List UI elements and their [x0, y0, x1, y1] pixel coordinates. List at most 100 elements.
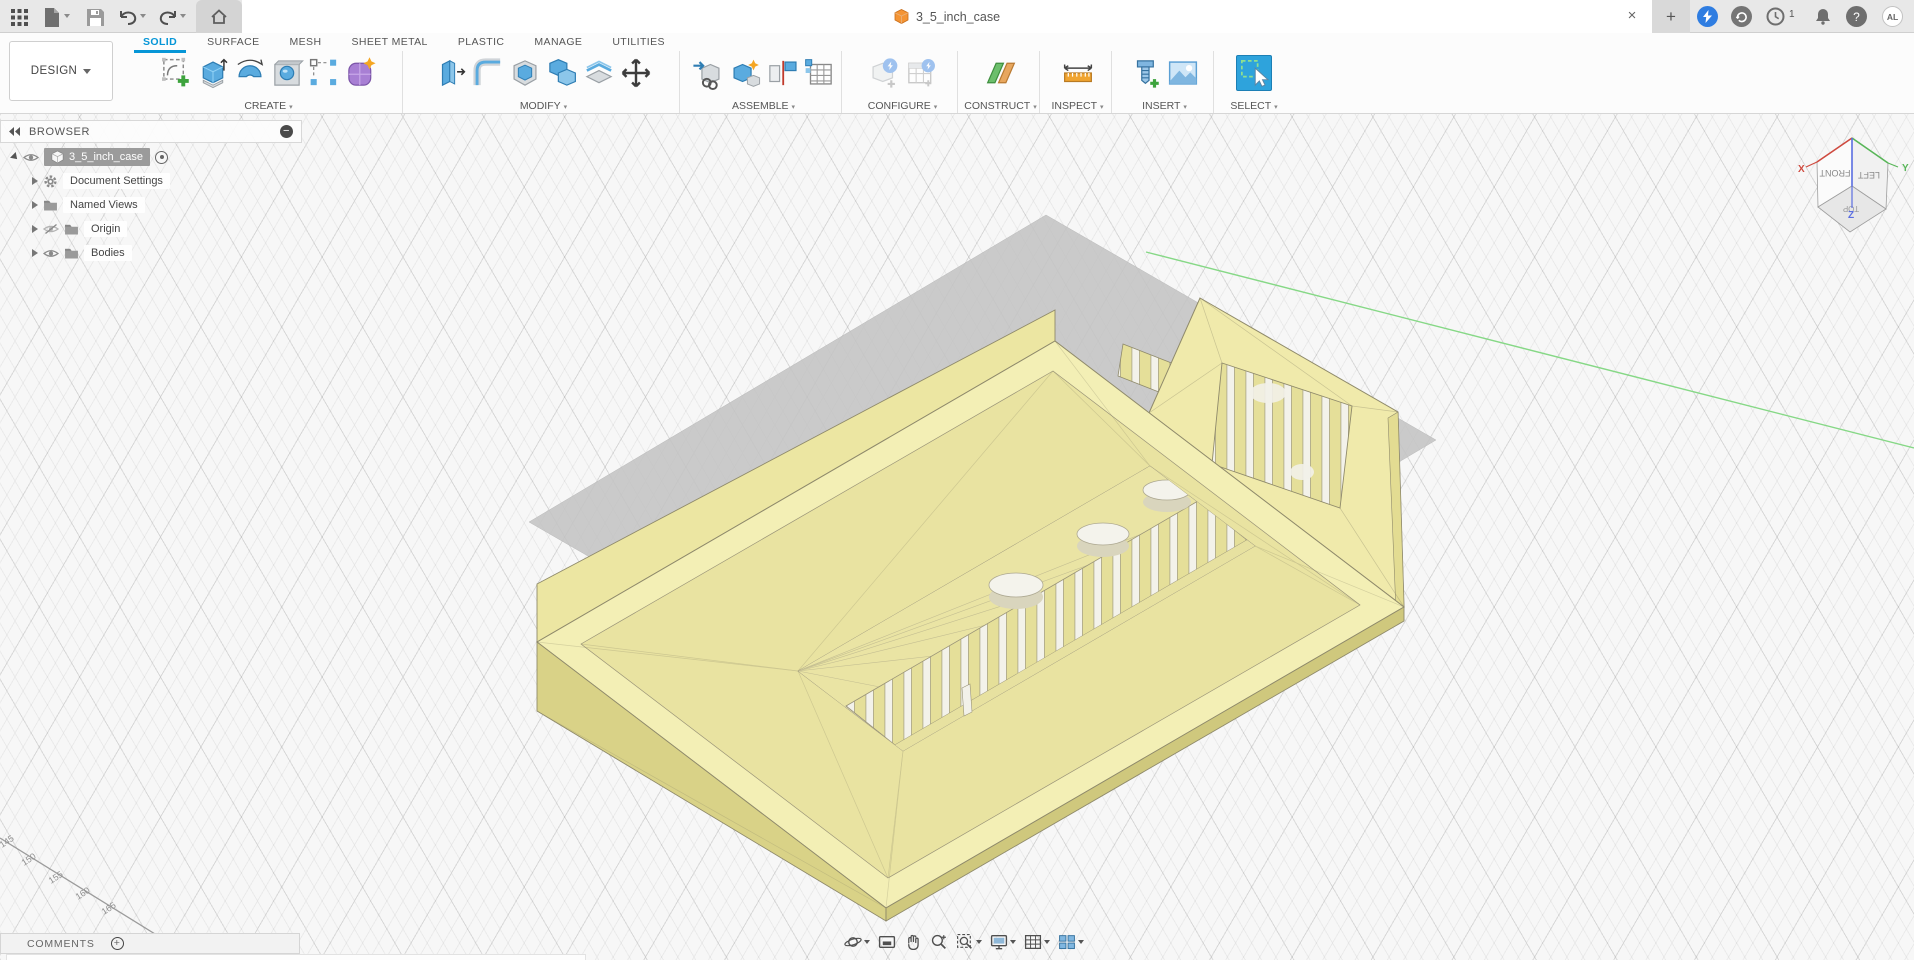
fit-button[interactable]	[954, 931, 984, 953]
undo-caret[interactable]	[140, 14, 146, 18]
activate-component-radio[interactable]	[155, 151, 168, 164]
expand-icon[interactable]	[32, 177, 38, 185]
browser-title: BROWSER	[29, 126, 90, 138]
extrude-icon[interactable]	[196, 56, 230, 90]
tree-row-document-settings[interactable]: Document Settings	[0, 171, 302, 191]
hole-icon[interactable]	[270, 56, 304, 90]
save-button[interactable]	[82, 4, 108, 30]
root-node[interactable]: 3_5_inch_case	[44, 148, 150, 166]
insert-fastener-icon[interactable]	[1129, 56, 1163, 90]
tree-row-root[interactable]: 3_5_inch_case	[0, 147, 302, 167]
file-icon	[43, 8, 60, 27]
insert-derive-icon[interactable]	[691, 56, 725, 90]
viewports-button[interactable]	[1056, 931, 1086, 953]
revolve-icon[interactable]	[233, 56, 267, 90]
file-menu-button[interactable]	[38, 4, 64, 30]
collapse-tree-button[interactable]: −	[280, 125, 293, 138]
viewcube[interactable]: FRONT LEFT TOP X Y Z	[1764, 115, 1914, 250]
home-tab[interactable]	[196, 0, 242, 33]
browser-header[interactable]: BROWSER −	[0, 120, 302, 143]
inspect-dropdown[interactable]: INSPECT	[1044, 100, 1111, 112]
group-select: SELECT	[1218, 51, 1290, 113]
offset-face-icon[interactable]	[582, 56, 616, 90]
notifications-button[interactable]	[1812, 6, 1833, 27]
modify-dropdown[interactable]: MODIFY	[408, 100, 679, 112]
joint-icon[interactable]	[765, 56, 799, 90]
construction-plane-icon[interactable]	[984, 56, 1018, 90]
orbit-button[interactable]	[842, 931, 872, 953]
tab-utilities[interactable]: UTILITIES	[597, 34, 680, 51]
display-settings-button[interactable]	[988, 931, 1018, 953]
configure-design-icon[interactable]	[867, 56, 901, 90]
help-button[interactable]: ?	[1846, 6, 1867, 27]
shell-icon[interactable]	[508, 56, 542, 90]
close-tab-button[interactable]: ×	[1622, 6, 1642, 26]
create-dropdown[interactable]: CREATE	[135, 100, 402, 112]
tree-row-origin[interactable]: Origin	[0, 219, 302, 239]
tab-surface[interactable]: SURFACE	[192, 34, 274, 51]
insert-dropdown[interactable]: INSERT	[1116, 100, 1213, 112]
comments-bar[interactable]: COMMENTS +	[0, 933, 300, 954]
tree-label: Origin	[84, 221, 127, 237]
undo-button[interactable]	[115, 4, 141, 30]
look-at-button[interactable]	[876, 931, 898, 953]
tab-manage[interactable]: MANAGE	[519, 34, 597, 51]
viewports-icon	[1058, 933, 1076, 951]
select-tool-icon[interactable]	[1236, 55, 1272, 91]
tab-mesh[interactable]: MESH	[275, 34, 337, 51]
create-sketch-icon[interactable]	[159, 56, 193, 90]
assemble-dropdown[interactable]: ASSEMBLE	[686, 100, 841, 112]
grid-settings-button[interactable]	[1022, 931, 1052, 953]
browser-panel: BROWSER − 3_5_inch_case	[0, 120, 302, 263]
configure-dropdown[interactable]: CONFIGURE	[848, 100, 957, 112]
zoom-button[interactable]	[928, 931, 950, 953]
press-pull-icon[interactable]	[434, 56, 468, 90]
tree-label: Bodies	[84, 245, 132, 261]
extensions-button[interactable]	[1697, 6, 1718, 27]
redo-caret[interactable]	[180, 14, 186, 18]
construct-dropdown[interactable]: CONSTRUCT	[962, 100, 1039, 112]
expand-icon[interactable]	[32, 225, 38, 233]
expand-icon[interactable]	[32, 249, 38, 257]
tree-row-named-views[interactable]: Named Views	[0, 195, 302, 215]
expand-icon-root[interactable]	[10, 152, 20, 162]
redo-button[interactable]	[155, 4, 181, 30]
job-status-button[interactable]	[1731, 6, 1752, 27]
measure-icon[interactable]	[1061, 56, 1095, 90]
notification-center-button[interactable]	[1765, 6, 1786, 27]
move-copy-icon[interactable]	[619, 56, 653, 90]
collapse-panel-icon[interactable]	[9, 127, 21, 136]
combine-icon[interactable]	[545, 56, 579, 90]
new-tab-button[interactable]: +	[1652, 0, 1690, 33]
tab-solid[interactable]: SOLID	[128, 34, 192, 51]
create-form-icon[interactable]	[344, 56, 378, 90]
new-component-icon[interactable]	[728, 56, 762, 90]
svg-text:LEFT: LEFT	[1858, 170, 1881, 180]
svg-text:150: 150	[20, 851, 38, 868]
configuration-table-icon[interactable]	[904, 56, 938, 90]
tree-row-bodies[interactable]: Bodies	[0, 243, 302, 263]
rectangular-pattern-icon[interactable]	[307, 56, 341, 90]
app-grid-icon[interactable]	[6, 4, 32, 30]
workspace-selector[interactable]: DESIGN	[9, 41, 113, 101]
visibility-off-eye-icon[interactable]	[43, 223, 59, 235]
add-comment-button[interactable]: +	[111, 937, 124, 950]
fillet-icon[interactable]	[471, 56, 505, 90]
document-tab[interactable]: 3_5_inch_case ×	[242, 0, 1652, 33]
ribbon-toolbar: DESIGN SOLID SURFACE MESH SHEET METAL PL…	[0, 33, 1914, 114]
document-cube-icon	[894, 9, 909, 24]
pan-button[interactable]	[902, 931, 924, 953]
insert-canvas-icon[interactable]	[1166, 56, 1200, 90]
expand-icon[interactable]	[32, 201, 38, 209]
visibility-eye-icon[interactable]	[23, 152, 39, 163]
viewcube-cube[interactable]: FRONT LEFT TOP X Y Z	[1798, 138, 1909, 232]
file-menu-caret[interactable]	[64, 14, 70, 18]
avatar[interactable]: AL	[1882, 6, 1903, 27]
select-dropdown[interactable]: SELECT	[1218, 100, 1290, 112]
group-insert: INSERT	[1116, 51, 1214, 113]
tab-plastic[interactable]: PLASTIC	[443, 34, 520, 51]
bom-table-icon[interactable]	[802, 56, 836, 90]
group-assemble: ASSEMBLE	[686, 51, 842, 113]
visibility-eye-icon[interactable]	[43, 248, 59, 259]
tab-sheet-metal[interactable]: SHEET METAL	[336, 34, 442, 51]
